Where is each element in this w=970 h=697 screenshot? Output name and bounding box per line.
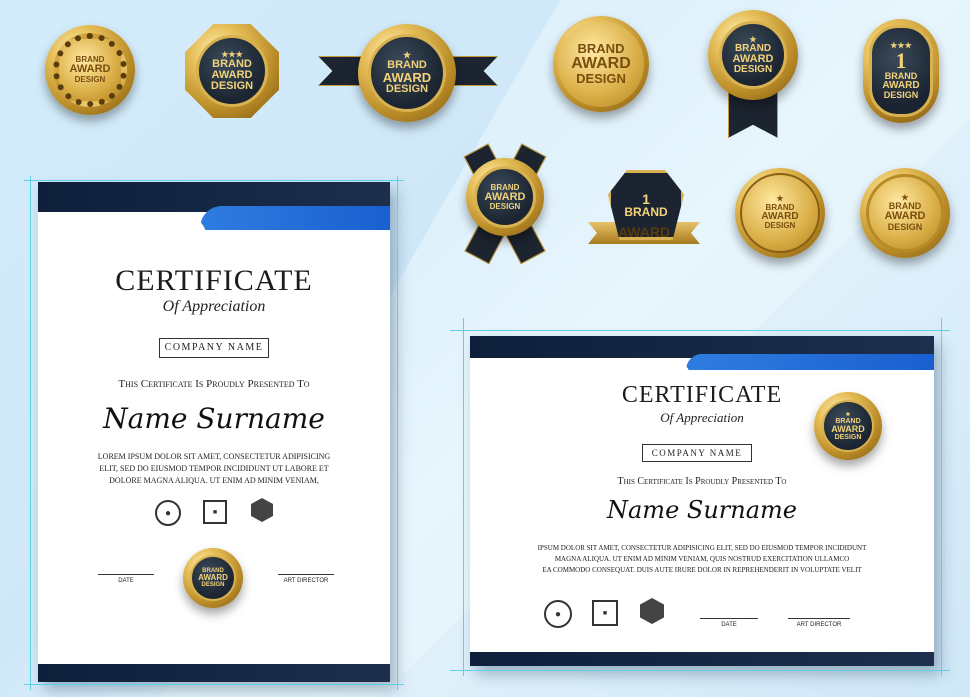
guide-line	[24, 180, 404, 181]
blue-tab	[200, 206, 390, 230]
guide-line	[30, 176, 31, 690]
badge-3: ★ BRAND AWARD DESIGN	[358, 24, 456, 122]
body-text-3: ea commodo consequat. Duis aute irure do…	[542, 566, 862, 574]
badge-2: ★★★ BRAND AWARD DESIGN	[185, 24, 279, 118]
guide-line	[450, 330, 950, 331]
body-text-1: Ipsum dolor sit amet, consectetur adipis…	[537, 544, 867, 552]
certificate-landscape: CERTIFICATE Of Appreciation COMPANY NAME…	[470, 336, 934, 666]
badge-10: ★ BRAND AWARD DESIGN	[860, 168, 950, 258]
bottom-band	[470, 652, 934, 666]
guide-line	[397, 176, 398, 690]
certificate-seal: BRAND AWARD DESIGN	[183, 548, 243, 608]
date-label: DATE	[118, 578, 134, 584]
date-label: DATE	[721, 622, 737, 628]
presented-text: This Certificate Is Proudly Presented To	[118, 378, 310, 390]
emblem-icon: ●	[544, 600, 572, 628]
badge-9: ★ BRAND AWARD DESIGN	[735, 168, 825, 258]
badge-5: ★ BRAND AWARD DESIGN	[708, 10, 798, 100]
hexagon-logo-icon	[251, 498, 273, 522]
bottom-band	[38, 664, 390, 682]
body-text-2: elit, sed do eiusmod tempor incididunt u…	[99, 464, 329, 473]
subtitle: Of Appreciation	[162, 298, 266, 315]
hexagon-logo-icon	[640, 598, 664, 624]
date-line	[700, 618, 758, 619]
emblem-icon: ●	[155, 500, 181, 526]
guide-line	[450, 670, 950, 671]
badge-4: BRAND AWARD DESIGN	[553, 16, 649, 112]
certificate-portrait: CERTIFICATE Of Appreciation COMPANY NAME…	[38, 182, 390, 682]
director-line	[278, 574, 334, 575]
body-text-1: Lorem ipsum dolor sit amet, consectetur …	[97, 452, 331, 461]
guide-line	[463, 318, 464, 676]
certificate-seal: ★ BRAND AWARD DESIGN	[814, 392, 882, 460]
presented-text: This Certificate Is Proudly Presented To	[617, 476, 787, 487]
badge-1: BRAND AWARD DESIGN	[44, 24, 136, 116]
director-label: ART DIRECTOR	[283, 578, 329, 584]
body-text-3: dolore magna aliqua. Ut enim ad minim ve…	[109, 476, 319, 485]
recipient-name: Name Surname	[103, 402, 325, 435]
badge-6: ★★★ 1 BRAND AWARD DESIGN	[862, 18, 940, 124]
guide-line	[24, 684, 404, 685]
date-line	[98, 574, 154, 575]
page-title: CERTIFICATE	[115, 264, 313, 297]
company-name: COMPANY NAME	[642, 444, 752, 462]
square-logo-icon: ■	[203, 500, 227, 524]
director-line	[788, 618, 850, 619]
guide-line	[941, 318, 942, 676]
badge-8: 1 BRAND AWARD	[588, 170, 700, 254]
company-name: COMPANY NAME	[159, 338, 269, 358]
badge-7: BRAND AWARD DESIGN	[466, 158, 544, 236]
blue-tab	[686, 354, 934, 370]
square-logo-icon: ■	[592, 600, 618, 626]
recipient-name: Name Surname	[607, 496, 797, 524]
white-curve	[38, 212, 208, 252]
body-text-2: magna aliqua. Ut enim ad minim veniam, q…	[554, 555, 850, 563]
director-label: ART DIRECTOR	[796, 622, 842, 628]
